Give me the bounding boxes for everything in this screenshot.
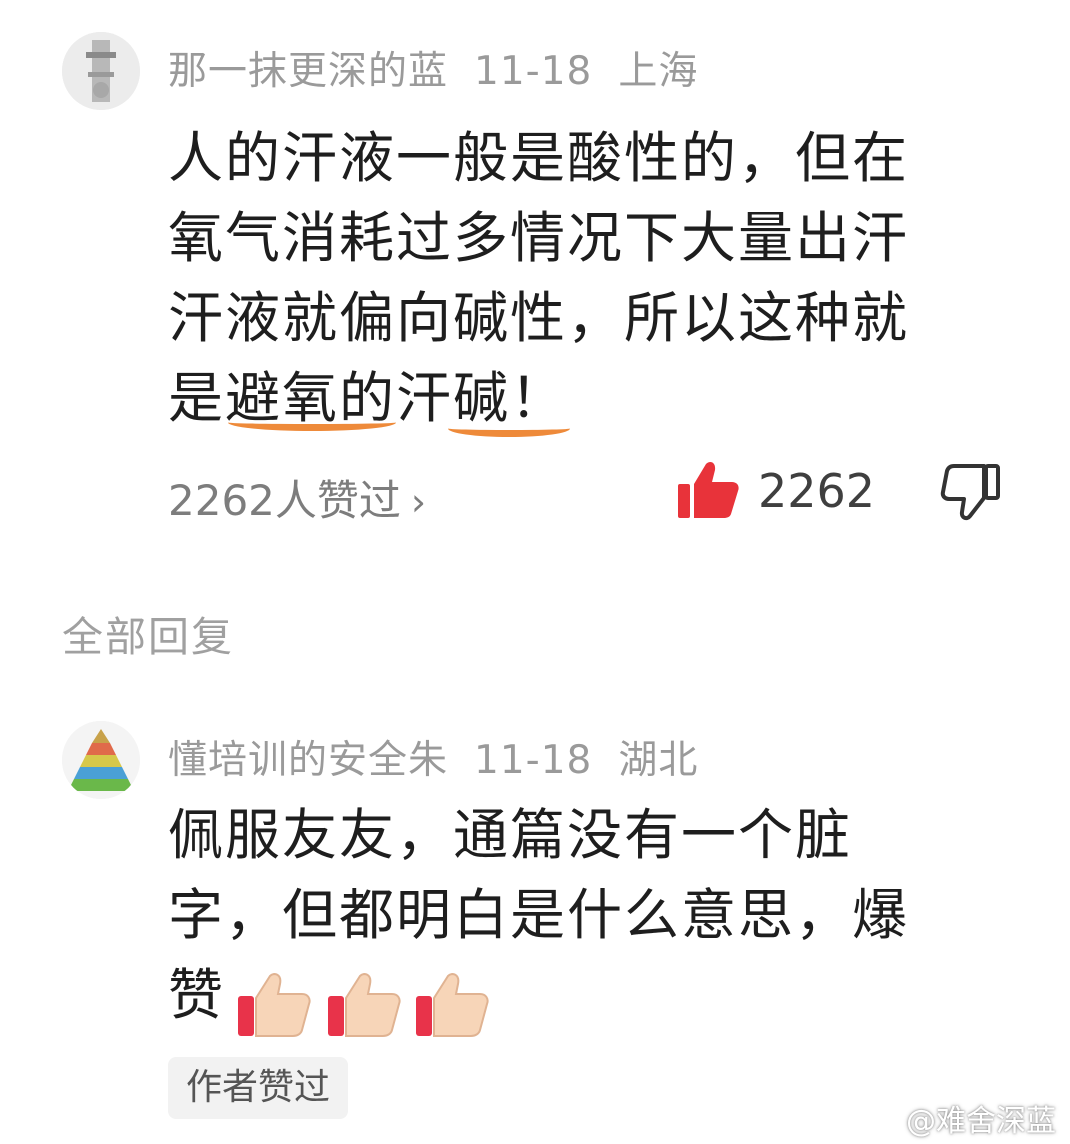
comment-meta: 那一抹更深的蓝 11-18 上海 bbox=[168, 40, 724, 96]
thumbs-up-icon[interactable] bbox=[676, 460, 740, 520]
replies-section-title: 全部回复 bbox=[62, 613, 234, 661]
thumbs-up-emoji-icon bbox=[416, 973, 489, 1037]
comment-line: 汗液就偏向碱性，所以这种就 bbox=[168, 286, 910, 350]
thumbs-up-emoji-icon bbox=[328, 973, 401, 1037]
replier-username[interactable]: 懂培训的安全朱 bbox=[168, 738, 448, 783]
comment-line: 氧气消耗过多情况下大量出汗 bbox=[168, 206, 910, 270]
highlight-underline bbox=[448, 420, 570, 437]
watermark: @难舍深蓝 bbox=[906, 1104, 1056, 1139]
comment-location: 上海 bbox=[618, 49, 699, 94]
avatar-image bbox=[62, 32, 140, 110]
comment-text: 人的汗液一般是酸性的，但在 氧气消耗过多情况下大量出汗 汗液就偏向碱性，所以这种… bbox=[168, 118, 909, 438]
chevron-right-icon: › bbox=[410, 480, 427, 524]
author-liked-badge: 作者赞过 bbox=[168, 1057, 349, 1119]
comment-line: 人的汗液一般是酸性的，但在 bbox=[168, 126, 910, 190]
reply-meta: 懂培训的安全朱 11-18 湖北 bbox=[168, 729, 724, 785]
likes-summary-link[interactable]: 2262人赞过 › bbox=[168, 467, 426, 528]
like-count: 2262 bbox=[758, 464, 876, 518]
likes-summary-text: 2262人赞过 bbox=[168, 476, 401, 525]
thumbs-up-emoji-icon bbox=[238, 973, 311, 1037]
replier-avatar[interactable] bbox=[62, 721, 140, 799]
commenter-avatar[interactable] bbox=[62, 32, 140, 110]
highlight-underline bbox=[228, 414, 396, 431]
reply-line: 字，但都明白是什么意思，爆 bbox=[168, 883, 910, 947]
comment-date: 11-18 bbox=[474, 49, 593, 94]
reply-location: 湖北 bbox=[618, 738, 699, 783]
commenter-username[interactable]: 那一抹更深的蓝 bbox=[168, 49, 448, 94]
reply-date: 11-18 bbox=[474, 738, 593, 783]
thumbs-down-icon[interactable] bbox=[940, 462, 1002, 522]
reply-line: 佩服友友，通篇没有一个脏 bbox=[168, 803, 853, 867]
avatar-image bbox=[62, 721, 140, 799]
